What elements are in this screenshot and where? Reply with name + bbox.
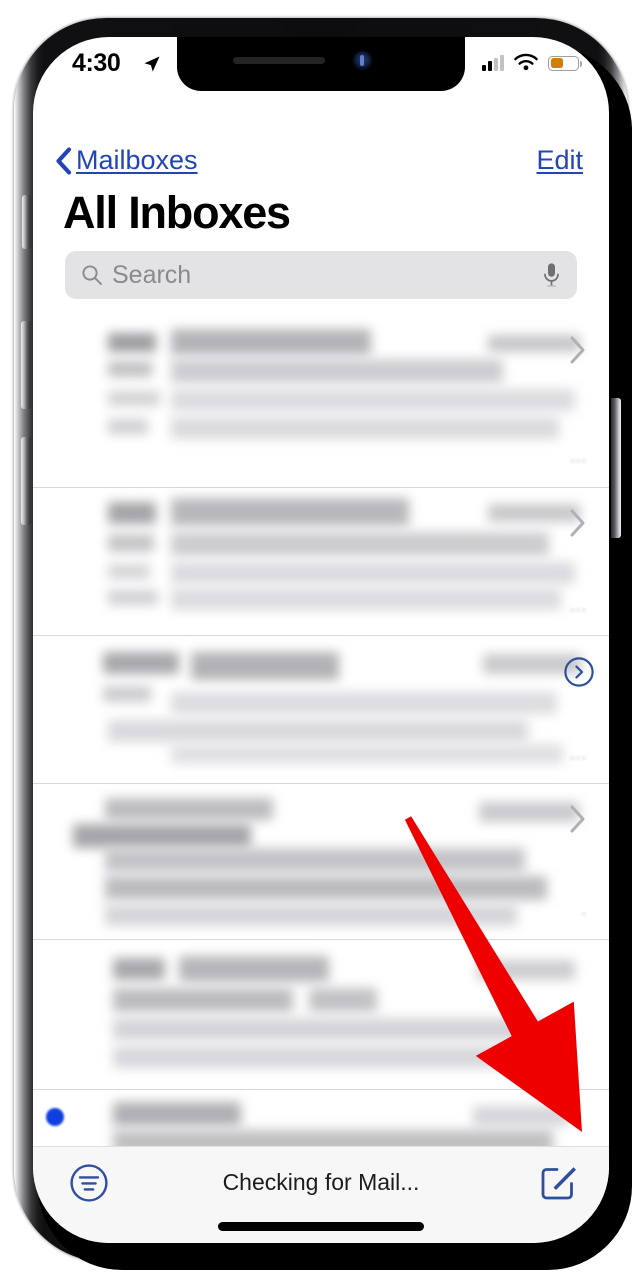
mail-list[interactable]: .......... — [33, 315, 609, 1147]
screenshot-stage: 4:30 Mailboxes Edit All Inboxes Search .… — [0, 0, 642, 1280]
redacted-text-block — [171, 389, 575, 411]
search-icon — [82, 265, 102, 285]
microphone-icon[interactable] — [542, 262, 561, 288]
compose-pencil-square-icon[interactable] — [537, 1161, 579, 1203]
redacted-text-block — [179, 956, 329, 982]
search-placeholder: Search — [112, 260, 192, 289]
mail-status-text: Checking for Mail... — [222, 1169, 420, 1195]
row-truncation-ellipsis: ... — [569, 744, 587, 763]
home-indicator — [218, 1222, 424, 1231]
back-to-mailboxes-button[interactable]: Mailboxes — [55, 145, 198, 176]
redacted-text-block — [108, 590, 158, 605]
redacted-text-block — [103, 686, 151, 702]
redacted-text-block — [171, 359, 503, 383]
redacted-text-block — [171, 417, 559, 439]
redacted-text-block — [191, 652, 339, 680]
chevron-right-icon[interactable] — [569, 804, 587, 834]
search-input[interactable]: Search — [65, 251, 577, 299]
edit-button[interactable]: Edit — [536, 145, 583, 176]
redacted-text-block — [171, 532, 549, 556]
redacted-text-block — [171, 562, 575, 584]
redacted-text-block — [488, 504, 580, 522]
battery-icon — [548, 55, 582, 71]
redacted-text-block — [171, 692, 557, 714]
row-truncation-ellipsis: ... — [569, 596, 587, 615]
mail-row[interactable]: ... — [33, 487, 609, 635]
redacted-text-block — [113, 958, 165, 980]
redacted-text-block — [113, 1130, 553, 1147]
redacted-text-block — [105, 848, 525, 872]
mail-row[interactable]: ... — [33, 315, 609, 487]
mail-row[interactable] — [33, 939, 609, 1089]
redacted-text-block — [105, 904, 517, 926]
redacted-text-block — [171, 744, 563, 764]
mail-row[interactable] — [33, 1089, 609, 1147]
redacted-text-block — [479, 802, 579, 822]
redacted-text-block — [108, 333, 156, 352]
redacted-text-block — [108, 534, 154, 552]
redacted-text-block — [105, 876, 547, 900]
row-truncation-ellipsis: . — [581, 900, 587, 919]
row-truncation-ellipsis: ... — [569, 447, 587, 466]
chevron-right-icon[interactable] — [569, 335, 587, 365]
volume-down-button[interactable] — [21, 437, 31, 525]
redacted-text-block — [171, 498, 409, 526]
wifi-icon — [514, 53, 538, 71]
redacted-text-block — [108, 361, 152, 377]
redacted-text-block — [108, 502, 156, 524]
back-label: Mailboxes — [76, 145, 198, 175]
chevron-right-icon[interactable] — [569, 508, 587, 538]
mail-row[interactable]: ... — [33, 635, 609, 783]
redacted-text-block — [171, 588, 561, 610]
redacted-text-block — [113, 1102, 241, 1126]
battery-fill — [550, 58, 564, 68]
redacted-text-block — [108, 419, 148, 434]
mute-switch[interactable] — [22, 195, 31, 249]
speaker-slot-icon — [233, 57, 325, 64]
redacted-text-block — [108, 391, 160, 406]
front-camera-icon — [354, 52, 371, 69]
redacted-text-block — [105, 798, 273, 820]
power-button[interactable] — [611, 398, 621, 538]
redacted-text-block — [108, 564, 150, 579]
unread-dot-indicator — [46, 1108, 64, 1126]
redacted-text-block — [488, 335, 580, 352]
chevron-left-icon — [56, 146, 72, 175]
redacted-text-block — [113, 1018, 543, 1040]
redacted-text-block — [113, 1046, 517, 1068]
redacted-text-block — [309, 988, 377, 1012]
redacted-text-block — [108, 720, 528, 742]
redacted-text-block — [73, 824, 251, 848]
redacted-text-block — [171, 329, 371, 355]
volume-up-button[interactable] — [21, 321, 31, 409]
phone-screen: 4:30 Mailboxes Edit All Inboxes Search .… — [33, 37, 609, 1243]
navigation-bar: Mailboxes Edit — [33, 145, 609, 193]
status-time: 4:30 — [72, 49, 121, 77]
redacted-text-block — [113, 988, 293, 1012]
chevron-right-circle-icon[interactable] — [563, 656, 595, 688]
redacted-text-block — [473, 1106, 569, 1126]
mail-row[interactable]: . — [33, 783, 609, 939]
cellular-signal-icon — [482, 55, 504, 71]
redacted-text-block — [103, 652, 179, 674]
status-indicators — [482, 53, 582, 73]
redacted-text-block — [477, 960, 575, 980]
location-arrow-icon — [144, 56, 160, 72]
page-title: All Inboxes — [63, 187, 291, 238]
notch — [177, 37, 465, 91]
